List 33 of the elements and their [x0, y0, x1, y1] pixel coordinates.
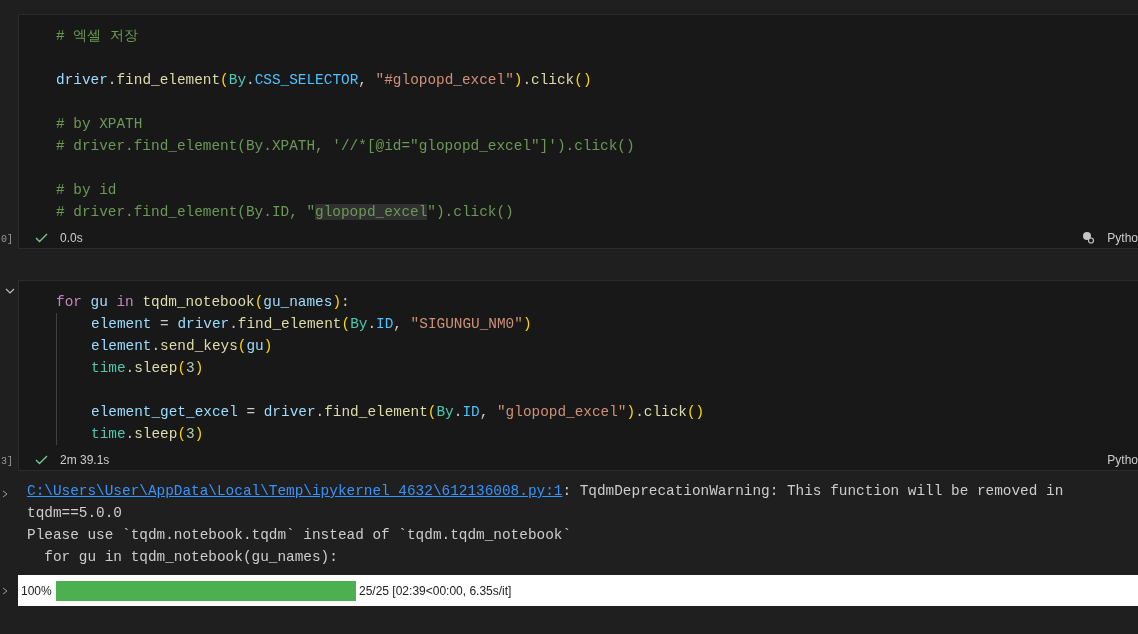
checkmark-icon: [35, 454, 48, 465]
code-line: element.send_keys(gu): [91, 337, 273, 356]
code-line: time.sleep(3): [91, 359, 204, 378]
output-text: Please use `tqdm.notebook.tqdm` instead of `tqdm.tqdm_notebook`: [27, 527, 572, 543]
language-label[interactable]: Pytho: [1107, 452, 1138, 467]
output-text: tqdm==5.0.0: [27, 505, 122, 521]
output-chevron-icon[interactable]: [2, 586, 8, 595]
warning-text: : TqdmDeprecationWarning: This function will be removed in: [562, 483, 1064, 499]
code-line: element_get_excel = driver.find_element(By.ID, "glopopd_excel").click(): [91, 403, 705, 422]
code-line: driver.find_element(By.CSS_SELECTOR, "#glopopd_excel").click(): [56, 71, 592, 90]
language-label[interactable]: Pytho: [1107, 230, 1138, 245]
execution-count: 0]: [1, 234, 13, 245]
progress-percent: 100%: [21, 583, 53, 598]
execution-count: 3]: [1, 456, 13, 467]
code-line: element = driver.find_element(By.ID, "SIGUNGU_NM0"): [91, 315, 532, 334]
kernel-icon[interactable]: [1082, 231, 1096, 244]
file-path-link[interactable]: C:\Users\User\AppData\Local\Temp\ipykernel_4632\612136008.py:1: [27, 483, 563, 499]
code-line: # by id: [56, 181, 117, 200]
execution-time: 2m 39.1s: [60, 452, 110, 467]
progress-summary: 25/25 [02:39<00:00, 6.35s/it]: [359, 583, 512, 598]
code-line: # driver.find_element(By.XPATH, '//*[@id="glopopd_excel"]').click(): [56, 137, 635, 156]
code-cell[interactable]: [18, 14, 1138, 249]
code-line: # 엑셀 저장: [56, 27, 138, 46]
checkmark-icon: [35, 232, 48, 243]
code-line: # by XPATH: [56, 115, 143, 134]
code-line: for gu in tqdm_notebook(gu_names):: [56, 293, 350, 312]
output-chevron-icon[interactable]: [2, 490, 8, 498]
collapse-chevron-icon[interactable]: [5, 288, 15, 294]
output-text: for gu in tqdm_notebook(gu_names):: [43, 549, 338, 565]
code-cell[interactable]: [18, 280, 1138, 471]
code-line: time.sleep(3): [91, 425, 204, 444]
execution-time: 0.0s: [60, 230, 83, 245]
code-line: # driver.find_element(By.ID, "glopopd_excel").click(): [56, 203, 514, 222]
